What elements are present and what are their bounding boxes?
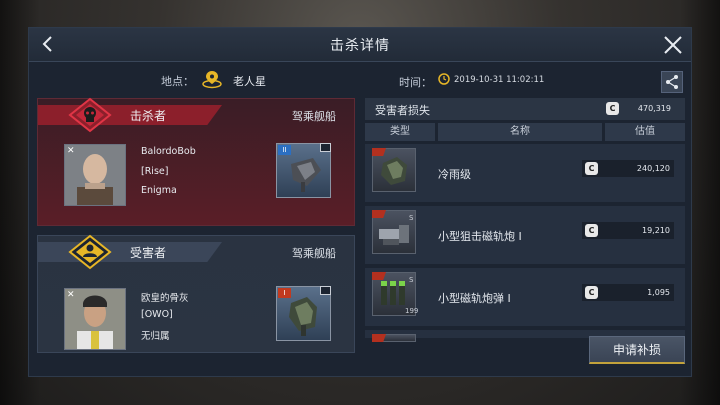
item-icon-box xyxy=(372,334,416,342)
victim-label: 受害者 xyxy=(130,246,167,260)
loss-item-row[interactable]: S 199 小型磁轨炮弹 I C 1,095 xyxy=(365,268,685,326)
location-pin-icon xyxy=(202,71,222,89)
victim-ship-label: 驾乘舰船 xyxy=(292,247,336,260)
item-icon-box: S xyxy=(372,210,416,254)
page-title: 击杀详情 xyxy=(330,38,390,54)
killer-label: 击杀者 xyxy=(130,109,167,123)
column-header-name: 名称 xyxy=(438,123,602,141)
killer-ship[interactable]: II xyxy=(276,143,331,198)
ship-tier-badge: II xyxy=(278,145,291,155)
item-name: 小型磁轨炮弹 I xyxy=(438,292,511,305)
victim-avatar[interactable]: ✕ xyxy=(64,288,126,350)
expand-icon[interactable] xyxy=(320,143,331,152)
info-bar: 地点： 老人星 时间： 2019-10-31 11:02:11 xyxy=(29,68,691,93)
loss-total-value: 470,319 xyxy=(637,104,671,113)
item-value-box: C 19,210 xyxy=(582,222,674,239)
item-name: 冷雨级 xyxy=(438,168,471,181)
loss-item-row[interactable]: S 小型狙击磁轨炮 I C 19,210 xyxy=(365,206,685,264)
loss-item-row[interactable]: 冷雨级 C 240,120 xyxy=(365,144,685,202)
close-icon xyxy=(664,36,682,54)
killer-avatar[interactable]: ✕ xyxy=(64,144,126,206)
killer-ship-label: 驾乘舰船 xyxy=(292,110,336,123)
kill-detail-panel: 击杀详情 地点： 老人星 时间： 2019-10-31 11:02:11 击杀者… xyxy=(28,27,692,377)
share-icon xyxy=(666,75,678,89)
killer-name[interactable]: BalordoBob xyxy=(141,146,196,157)
victim-alliance: 无归属 xyxy=(141,331,170,342)
expand-icon[interactable] xyxy=(320,286,331,295)
column-header-type: 类型 xyxy=(365,123,435,141)
tier-tag xyxy=(372,334,386,342)
item-name: 小型狙击磁轨炮 I xyxy=(438,230,522,243)
time-value: 2019-10-31 11:02:11 xyxy=(454,75,545,85)
close-button[interactable] xyxy=(661,33,685,57)
title-bar: 击杀详情 xyxy=(29,28,691,62)
person-badge-icon xyxy=(68,234,112,270)
item-value: 240,120 xyxy=(636,164,670,173)
item-value-box: C 240,120 xyxy=(582,160,674,177)
item-value: 19,210 xyxy=(642,226,670,235)
item-value: 1,095 xyxy=(647,288,670,297)
victim-header: 受害者 驾乘舰船 xyxy=(38,234,354,270)
item-icon-box xyxy=(372,148,416,192)
clock-icon xyxy=(438,73,450,85)
item-size-label: S xyxy=(409,276,414,284)
share-button[interactable] xyxy=(661,71,683,93)
victim-ship[interactable]: I xyxy=(276,286,331,341)
location-label: 地点： xyxy=(161,75,194,88)
loss-title: 受害者损失 xyxy=(375,104,430,117)
credit-icon: C xyxy=(585,162,598,175)
victim-corp: [OWO] xyxy=(141,309,173,320)
credit-icon: C xyxy=(585,286,598,299)
loss-header: 受害者损失 C 470,319 xyxy=(365,98,685,120)
location-value: 老人星 xyxy=(233,75,266,88)
killer-corp: [Rise] xyxy=(141,166,169,177)
credit-icon: C xyxy=(585,224,598,237)
item-icon-box: S 199 xyxy=(372,272,419,316)
credit-icon: C xyxy=(606,102,619,115)
killer-card: 击杀者 驾乘舰船 ✕ BalordoBob [Rise] Enigma II xyxy=(37,97,355,226)
victim-name[interactable]: 欧皇的骨灰 xyxy=(141,290,189,304)
tools-icon: ✕ xyxy=(67,146,75,156)
item-value-box: C 1,095 xyxy=(582,284,674,301)
time-label: 时间： xyxy=(399,76,432,89)
killer-alliance: Enigma xyxy=(141,185,177,196)
victim-card: 受害者 驾乘舰船 ✕ 欧皇的骨灰 [OWO] 无归属 I xyxy=(37,234,355,353)
column-header-value: 估值 xyxy=(605,123,685,141)
skull-badge-icon xyxy=(68,97,112,133)
tools-icon: ✕ xyxy=(67,290,75,300)
item-quantity: 199 xyxy=(405,307,419,315)
killer-header: 击杀者 驾乘舰船 xyxy=(38,97,354,133)
claim-compensation-button[interactable]: 申请补损 xyxy=(589,336,685,364)
item-size-label: S xyxy=(409,214,414,222)
ship-tier-badge: I xyxy=(278,288,291,298)
